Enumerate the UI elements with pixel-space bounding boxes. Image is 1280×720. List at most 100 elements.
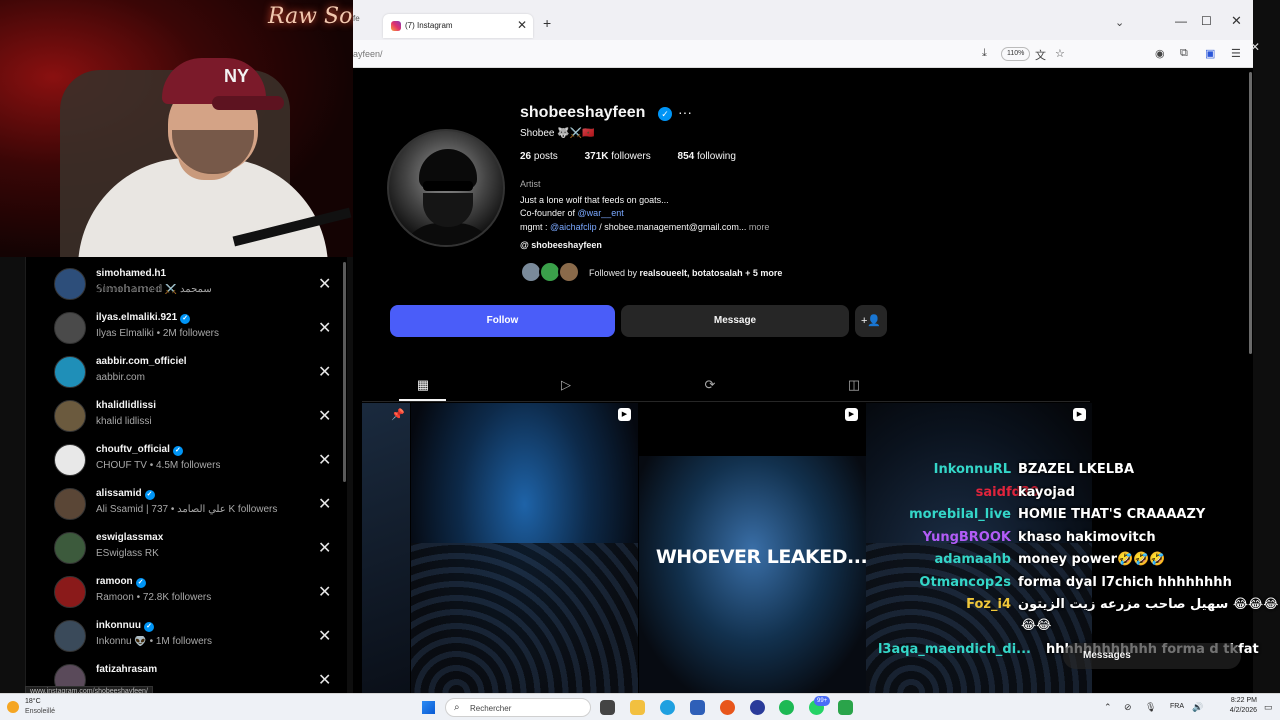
remove-close-icon[interactable]: ✕ [318, 582, 331, 602]
list-item-username[interactable]: fatizahrasam [96, 664, 157, 675]
tab-reposts-icon[interactable]: ⟳ [701, 376, 719, 394]
list-item-username[interactable]: inkonnuu ✓ [96, 620, 154, 632]
avatar[interactable] [54, 356, 86, 388]
tab-posts-grid-icon[interactable]: ▦ [414, 376, 432, 394]
avatar[interactable] [54, 576, 86, 608]
avatar[interactable] [54, 400, 86, 432]
taskbar-search[interactable]: ⌕ Rechercher [445, 698, 591, 717]
spotify-icon[interactable] [779, 700, 794, 715]
menu-icon[interactable]: ☰ [1231, 47, 1241, 60]
download-icon[interactable]: ⤓ [982, 47, 987, 60]
notifications-icon[interactable]: ▭ [1264, 702, 1273, 713]
window-minimize-button[interactable]: — [1175, 14, 1187, 28]
aichafclip-link[interactable]: @aichafclip [550, 222, 597, 232]
translate-icon[interactable]: 文 [1035, 47, 1046, 63]
store-icon[interactable] [690, 700, 705, 715]
following-stat[interactable]: 854 following [678, 151, 748, 162]
sidebar-close-icon[interactable]: ✕ [1250, 40, 1260, 54]
clock-date[interactable]: 4/2/2026 [1209, 707, 1257, 714]
following-list-item[interactable]: chouftv_official ✓ CHOUF TV • 4.5M followe… [26, 438, 347, 482]
followed-by-avatars[interactable] [520, 261, 584, 285]
microphone-icon[interactable]: 🎙 [1145, 702, 1156, 713]
windows-start-icon[interactable] [422, 701, 435, 714]
bookmark-star-icon[interactable]: ☆ [1055, 47, 1065, 60]
avatar[interactable] [54, 532, 86, 564]
remove-close-icon[interactable]: ✕ [318, 450, 331, 470]
weather-description[interactable]: Ensoleillé [25, 708, 55, 715]
avatar[interactable] [54, 268, 86, 300]
ea-app-icon[interactable] [750, 700, 765, 715]
profile-avatar[interactable] [387, 129, 505, 247]
war-ent-link[interactable]: @war__ent [578, 208, 624, 218]
list-item-username[interactable]: eswiglassmax [96, 532, 163, 543]
tab-instagram[interactable]: (7) Instagram ✕ [383, 14, 533, 38]
following-list-item[interactable]: ilyas.elmaliki.921 ✓ Ilyas Elmaliki • 2M f… [26, 306, 347, 350]
remove-close-icon[interactable]: ✕ [318, 670, 331, 690]
following-list-item[interactable]: khalidlidlissi khalid lidlissi ✕ [26, 394, 347, 438]
post-thumbnail-2[interactable] [411, 403, 638, 693]
followers-stat[interactable]: 371K followers [585, 151, 663, 162]
remove-close-icon[interactable]: ✕ [318, 274, 331, 294]
list-item-username[interactable]: aabbir.com_officiel [96, 356, 187, 367]
volume-icon[interactable]: 🔊 [1192, 702, 1203, 713]
window-close-button[interactable]: ✕ [1231, 13, 1242, 29]
message-button[interactable]: Message [621, 305, 849, 337]
following-list-item[interactable]: alissamid ✓ Ali Ssamid | 737 • علي الصامد … [26, 482, 347, 526]
file-explorer-icon[interactable] [630, 700, 645, 715]
remove-close-icon[interactable]: ✕ [318, 626, 331, 646]
list-item-username[interactable]: ramoon ✓ [96, 576, 146, 588]
bio-more-link[interactable]: more [749, 222, 770, 232]
account-icon[interactable]: ◉ [1155, 47, 1165, 60]
avatar[interactable] [54, 620, 86, 652]
following-list-item[interactable]: eswiglassmax ESwiglass RK ✕ [26, 526, 347, 570]
following-list-item[interactable]: inkonnuu ✓ Inkonnu 👽 • 1M followers ✕ [26, 614, 347, 658]
firefox-icon[interactable] [720, 700, 735, 715]
input-language[interactable]: FRA [1170, 703, 1184, 710]
sun-icon[interactable] [7, 701, 19, 713]
task-view-icon[interactable] [600, 700, 615, 715]
remove-close-icon[interactable]: ✕ [318, 494, 331, 514]
verified-badge-icon: ✓ [180, 314, 191, 324]
clock-time[interactable]: 8:22 PM [1209, 697, 1257, 704]
address-bar[interactable]: ayfeen/ [353, 49, 383, 59]
list-item-username[interactable]: simohamed.h1 [96, 268, 166, 279]
followed-by-text[interactable]: Followed by realsoueelt, botatosalah + 5… [589, 268, 782, 278]
list-item-username[interactable]: chouftv_official ✓ [96, 444, 183, 456]
app-icon[interactable] [838, 700, 853, 715]
messages-bar[interactable]: Messages [1063, 643, 1241, 669]
list-item-username[interactable]: alissamid ✓ [96, 488, 155, 500]
follow-button[interactable]: Follow [390, 305, 615, 337]
window-maximize-button[interactable]: ☐ [1201, 14, 1212, 28]
tab-tagged-icon[interactable]: ◫ [845, 376, 863, 394]
post-thumbnail-1[interactable] [362, 403, 410, 693]
remove-close-icon[interactable]: ✕ [318, 406, 331, 426]
avatar[interactable] [54, 444, 86, 476]
following-list-scrollbar[interactable] [343, 262, 346, 482]
remove-close-icon[interactable]: ✕ [318, 538, 331, 558]
following-list-item[interactable]: aabbir.com_officiel aabbir.com ✕ [26, 350, 347, 394]
following-list-item[interactable]: ramoon ✓ Ramoon • 72.8K followers ✕ [26, 570, 347, 614]
edge-icon[interactable] [660, 700, 675, 715]
tab-reels-icon[interactable]: ▷ [557, 376, 575, 394]
avatar[interactable] [54, 488, 86, 520]
avatar[interactable] [54, 312, 86, 344]
list-item-username[interactable]: khalidlidlissi [96, 400, 156, 411]
network-off-icon[interactable]: ⊘ [1124, 702, 1132, 713]
remove-close-icon[interactable]: ✕ [318, 362, 331, 382]
tab-previous[interactable]: fe [353, 14, 360, 23]
remove-close-icon[interactable]: ✕ [318, 318, 331, 338]
weather-temperature[interactable]: 18°C [25, 698, 41, 705]
extension-app-icon[interactable]: ▣ [1205, 47, 1215, 60]
tray-chevron-icon[interactable]: ⌃ [1104, 702, 1112, 713]
tab-close-icon[interactable]: ✕ [517, 18, 527, 32]
zoom-level[interactable]: 110% [1001, 47, 1031, 61]
extensions-icon[interactable]: ⧉ [1180, 47, 1188, 60]
suggested-users-button[interactable]: +👤 [855, 305, 887, 337]
threads-link[interactable]: @ shobeeshayfeen [520, 240, 602, 250]
list-item-username[interactable]: ilyas.elmaliki.921 ✓ [96, 312, 191, 324]
page-scrollbar[interactable] [1249, 72, 1252, 354]
more-options-icon[interactable]: ··· [678, 104, 692, 120]
following-list-item[interactable]: simohamed.h1 𝕊𝕚𝕞𝕠𝕙𝕒𝕞𝕖𝕕 ⚔️ سمحمد ✕ [26, 262, 347, 306]
new-tab-button[interactable]: + [543, 15, 551, 31]
tab-list-chevron-icon[interactable]: ⌄ [1115, 16, 1124, 29]
